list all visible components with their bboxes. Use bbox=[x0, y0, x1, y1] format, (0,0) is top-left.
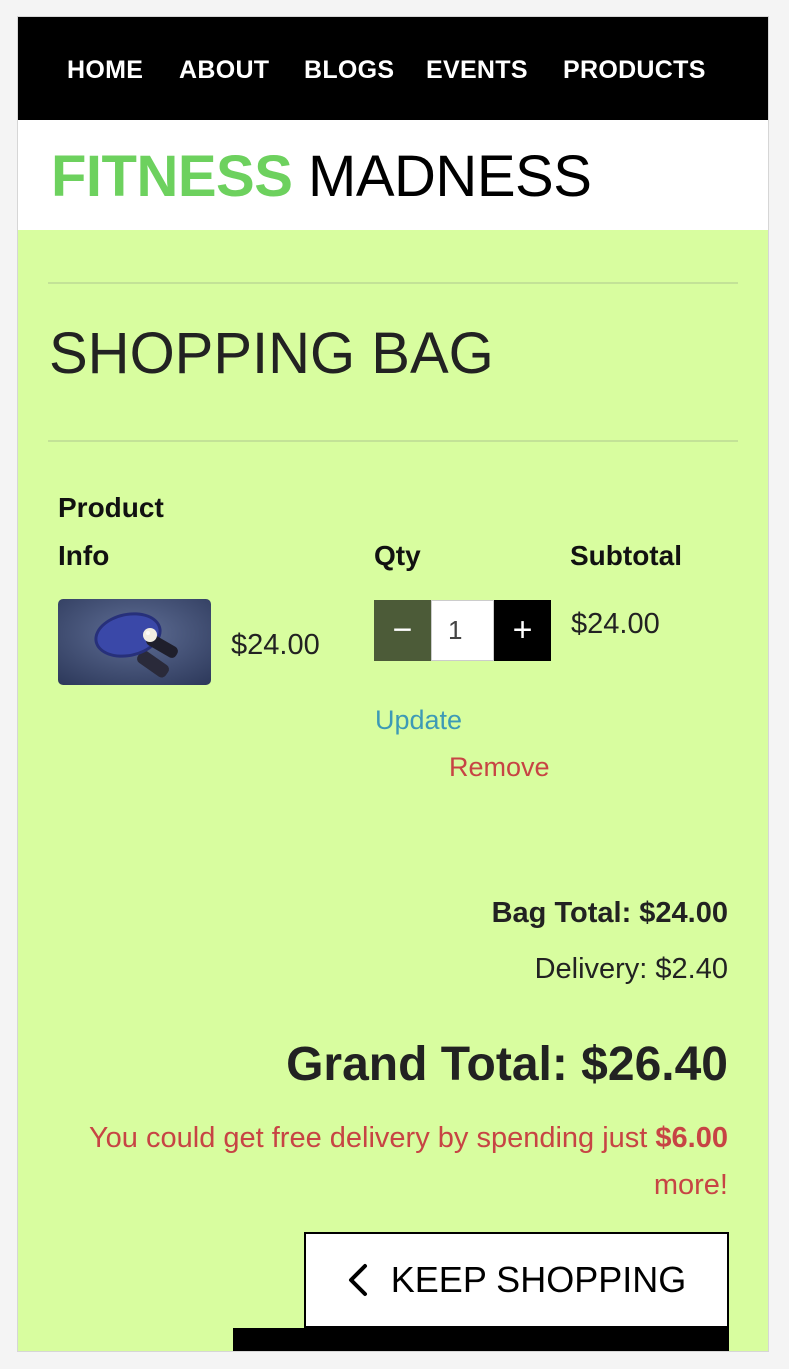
quantity-input[interactable] bbox=[431, 600, 494, 661]
nav-about[interactable]: ABOUT bbox=[179, 55, 269, 85]
header-product-info: Product Info bbox=[58, 484, 164, 580]
product-image[interactable] bbox=[58, 599, 211, 685]
free-delivery-prefix: You could get free delivery by spending … bbox=[89, 1122, 648, 1154]
logo-fitness: FITNESS bbox=[51, 144, 293, 209]
page-frame: HOME ABOUT BLOGS EVENTS PRODUCTS FITNESS… bbox=[17, 16, 769, 1352]
free-delivery-amount: $6.00 bbox=[655, 1122, 728, 1154]
divider-top bbox=[48, 282, 738, 284]
brand-bar: FITNESS MADNESS bbox=[18, 120, 768, 230]
remove-link[interactable]: Remove bbox=[449, 750, 550, 784]
header-product-line1: Product bbox=[58, 492, 164, 523]
nav-products[interactable]: PRODUCTS bbox=[563, 55, 706, 85]
item-subtotal: $24.00 bbox=[571, 608, 660, 640]
free-delivery-suffix: more! bbox=[653, 1169, 728, 1201]
site-logo[interactable]: FITNESS MADNESS bbox=[51, 142, 592, 212]
delivery-cost: Delivery: $2.40 bbox=[534, 953, 728, 985]
minus-icon: − bbox=[392, 611, 413, 649]
grand-total: Grand Total: $26.40 bbox=[286, 1038, 728, 1091]
divider-bottom bbox=[48, 440, 738, 442]
keep-shopping-button[interactable]: KEEP SHOPPING bbox=[304, 1232, 729, 1328]
header-subtotal: Subtotal bbox=[570, 540, 682, 571]
decrement-button[interactable]: − bbox=[374, 600, 431, 661]
secure-checkout-button[interactable] bbox=[233, 1328, 729, 1351]
ping-pong-paddles-image bbox=[58, 599, 211, 685]
quantity-stepper: − + bbox=[374, 600, 551, 661]
free-delivery-message: You could get free delivery by spending … bbox=[68, 1115, 728, 1209]
plus-icon: + bbox=[512, 611, 533, 649]
chevron-left-icon bbox=[348, 1264, 367, 1296]
nav-events[interactable]: EVENTS bbox=[426, 55, 528, 85]
nav-home[interactable]: HOME bbox=[67, 55, 143, 85]
bag-total: Bag Total: $24.00 bbox=[491, 897, 728, 929]
increment-button[interactable]: + bbox=[494, 600, 551, 661]
header-product-line2: Info bbox=[58, 540, 110, 571]
keep-shopping-label: KEEP SHOPPING bbox=[390, 1259, 687, 1300]
logo-madness: MADNESS bbox=[308, 144, 592, 209]
update-link[interactable]: Update bbox=[375, 703, 462, 737]
main-nav: HOME ABOUT BLOGS EVENTS PRODUCTS bbox=[18, 17, 768, 120]
nav-blogs[interactable]: BLOGS bbox=[304, 55, 394, 85]
page-title: SHOPPING BAG bbox=[49, 321, 494, 386]
header-qty: Qty bbox=[374, 540, 421, 571]
item-price: $24.00 bbox=[231, 629, 320, 661]
